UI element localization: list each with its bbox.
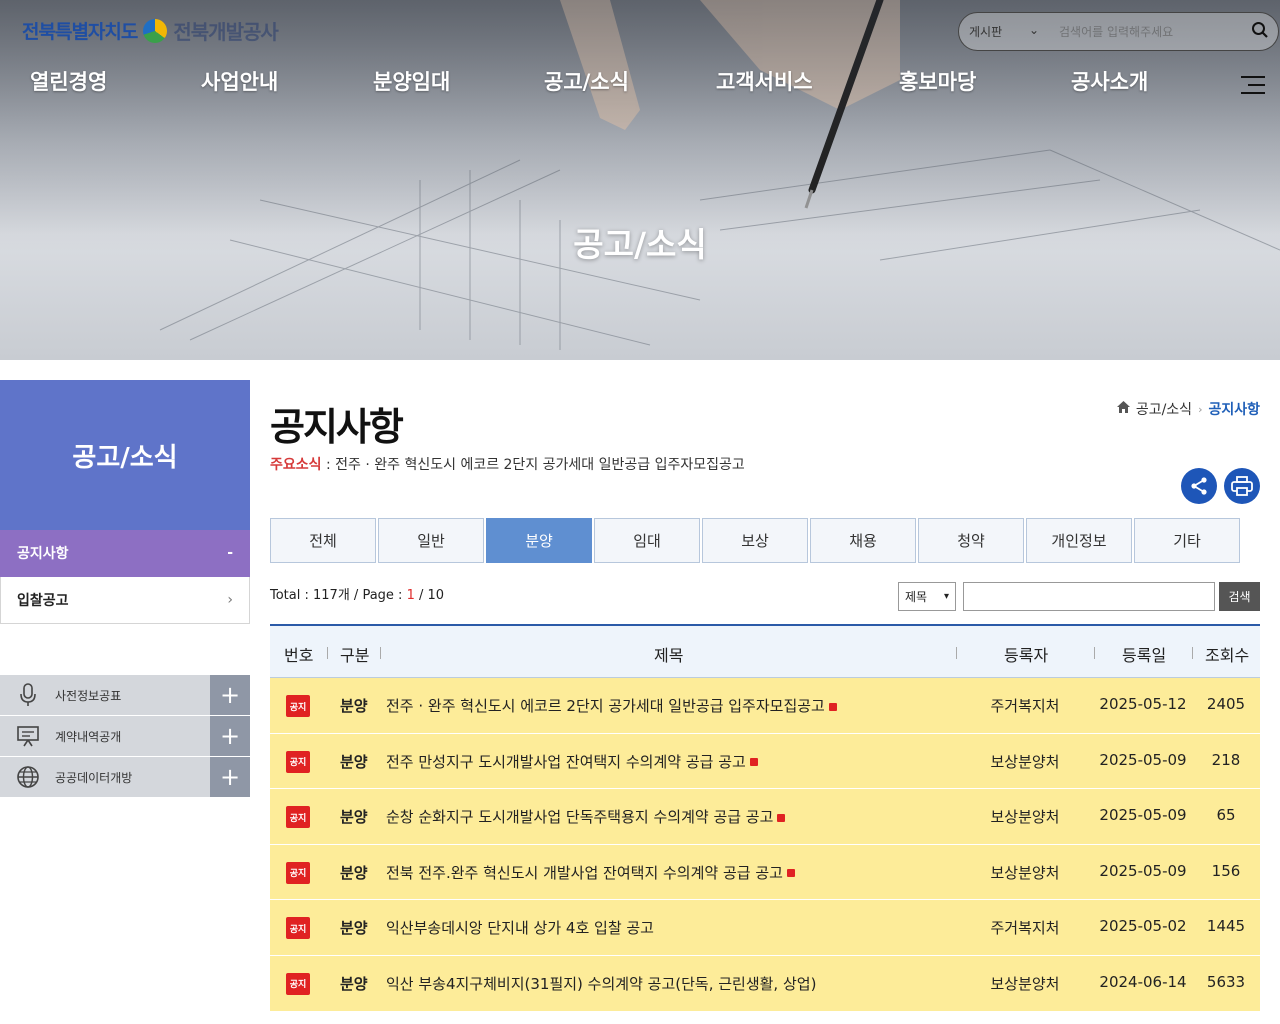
hero-banner	[0, 0, 1280, 360]
sidebar-item-bid[interactable]: 입찰공고 ›	[0, 577, 250, 624]
menu-hamburger-icon[interactable]	[1241, 76, 1265, 94]
printer-icon	[1231, 476, 1253, 496]
gnb-item-sale-lease[interactable]: 분양임대	[373, 66, 450, 96]
page-title: 공지사항	[270, 405, 404, 449]
tab-recruit[interactable]: 채용	[810, 518, 916, 563]
ticker-label: 주요소식	[270, 457, 322, 473]
expand-plus-icon[interactable]: +	[210, 716, 250, 756]
breadcrumb-current: 공지사항	[1208, 402, 1260, 418]
hero-title: 공고/소식	[573, 225, 707, 264]
row-title-link[interactable]: 순창 순화지구 도시개발사업 단독주택용지 수의계약 공급 공고	[386, 806, 786, 827]
notice-badge: 공지	[286, 750, 310, 773]
news-ticker[interactable]: 주요소식 : 전주 · 완주 혁신도시 에코르 2단지 공가세대 일반공급 입주…	[270, 454, 745, 474]
notice-badge: 공지	[286, 972, 310, 995]
row-title-link[interactable]: 익산 부송4지구체비지(31필지) 수의계약 공고(단독, 근린생활, 상업)	[386, 973, 816, 994]
gnb-item-about[interactable]: 공사소개	[1071, 66, 1148, 96]
search-icon[interactable]	[1242, 21, 1278, 43]
notice-badge: 공지	[286, 806, 310, 829]
row-title-link[interactable]: 전북 전주.완주 혁신도시 개발사업 잔여택지 수의계약 공급 공고	[386, 862, 795, 883]
globe-icon	[0, 765, 55, 789]
collapse-icon: -	[227, 545, 233, 561]
row-title-link[interactable]: 전주 만성지구 도시개발사업 잔여택지 수의계약 공급 공고	[386, 751, 758, 772]
new-icon	[828, 702, 837, 711]
search-input[interactable]: 검색어를 입력해주세요	[1051, 23, 1242, 40]
new-icon	[777, 813, 786, 822]
main-navigation: 열린경영 사업안내 분양임대 공고/소식 고객서비스 홍보마당 공사소개	[0, 66, 1280, 100]
gnb-item-customer[interactable]: 고객서비스	[716, 66, 813, 96]
notice-badge: 공지	[286, 917, 310, 940]
notice-table: 번호 구분 제목 등록자 등록일 조회수 공지 분양 전주 · 완주 혁신도시 …	[270, 624, 1260, 1012]
gnb-item-notices[interactable]: 공고/소식	[544, 66, 629, 96]
search-field-select[interactable]: 제목 ▾	[898, 582, 956, 611]
tab-privacy[interactable]: 개인정보	[1026, 518, 1132, 563]
tab-sale[interactable]: 분양	[486, 518, 592, 563]
tab-subscription[interactable]: 청약	[918, 518, 1024, 563]
logo-company-text: 전북개발공사	[173, 20, 278, 44]
logo-region-text: 전북특별자치도	[22, 21, 138, 43]
tab-etc[interactable]: 기타	[1134, 518, 1240, 563]
quick-link-open-data[interactable]: 공공데이터개방 +	[0, 757, 250, 797]
tab-lease[interactable]: 임대	[594, 518, 700, 563]
expand-plus-icon[interactable]: +	[210, 757, 250, 797]
breadcrumb-parent[interactable]: 공고/소식	[1136, 399, 1192, 419]
global-search: 게시판 ⌄ 검색어를 입력해주세요	[958, 12, 1279, 51]
chevron-down-icon: ⌄	[1028, 23, 1039, 37]
search-button[interactable]: 검색	[1219, 582, 1260, 611]
microphone-icon	[0, 683, 55, 707]
tab-all[interactable]: 전체	[270, 518, 376, 563]
tab-compensation[interactable]: 보상	[702, 518, 808, 563]
quick-link-contract-disclosure[interactable]: 계약내역공개 +	[0, 716, 250, 756]
quick-link-prior-disclosure[interactable]: 사전정보공표 +	[0, 675, 250, 715]
table-header: 번호 구분 제목 등록자 등록일 조회수	[270, 624, 1260, 678]
print-button[interactable]	[1224, 468, 1260, 504]
sidebar-item-notice[interactable]: 공지사항 -	[0, 530, 250, 577]
gnb-item-business[interactable]: 사업안내	[201, 66, 278, 96]
site-logo[interactable]: 전북특별자치도 전북개발공사	[22, 16, 279, 45]
new-icon	[786, 869, 795, 878]
row-title-link[interactable]: 익산부송데시앙 단지내 상가 4호 입찰 공고	[386, 917, 654, 938]
gnb-item-management[interactable]: 열린경영	[30, 66, 107, 96]
chevron-right-icon: ›	[1198, 402, 1203, 416]
sidebar-title: 공고/소식	[0, 380, 250, 530]
home-icon[interactable]	[1116, 401, 1130, 417]
new-icon	[749, 758, 758, 767]
table-row[interactable]: 공지 분양 익산 부송4지구체비지(31필지) 수의계약 공고(단독, 근린생활…	[270, 955, 1260, 1012]
total-count: Total : 117개 / Page : 1 / 10	[270, 588, 445, 603]
logo-mark-icon	[143, 18, 168, 43]
table-row[interactable]: 공지 분양 익산부송데시앙 단지내 상가 4호 입찰 공고 주거복지처 2025…	[270, 900, 1260, 956]
board-search-input[interactable]	[963, 582, 1215, 611]
gnb-item-pr[interactable]: 홍보마당	[899, 66, 976, 96]
category-tabs: 전체 일반 분양 임대 보상 채용 청약 개인정보 기타	[270, 518, 1240, 563]
chevron-down-icon: ▾	[943, 591, 949, 602]
table-row[interactable]: 공지 분양 전북 전주.완주 혁신도시 개발사업 잔여택지 수의계약 공급 공고…	[270, 844, 1260, 901]
expand-plus-icon[interactable]: +	[210, 675, 250, 715]
notice-badge: 공지	[286, 861, 310, 884]
share-button[interactable]	[1181, 468, 1217, 504]
ticker-text: : 전주 · 완주 혁신도시 에코르 2단지 공가세대 일반공급 입주자모집공고	[321, 457, 745, 473]
share-icon	[1191, 477, 1207, 495]
breadcrumb: 공고/소식 › 공지사항	[1116, 399, 1260, 419]
presentation-board-icon	[0, 724, 55, 748]
table-row[interactable]: 공지 분양 순창 순화지구 도시개발사업 단독주택용지 수의계약 공급 공고 보…	[270, 789, 1260, 845]
table-row[interactable]: 공지 분양 전주 · 완주 혁신도시 에코르 2단지 공가세대 일반공급 입주자…	[270, 678, 1260, 734]
tab-general[interactable]: 일반	[378, 518, 484, 563]
row-title-link[interactable]: 전주 · 완주 혁신도시 에코르 2단지 공가세대 일반공급 입주자모집공고	[386, 695, 837, 716]
table-row[interactable]: 공지 분양 전주 만성지구 도시개발사업 잔여택지 수의계약 공급 공고 보상분…	[270, 733, 1260, 790]
search-category-select[interactable]: 게시판 ⌄	[959, 23, 1051, 40]
chevron-right-icon: ›	[227, 592, 233, 608]
notice-badge: 공지	[286, 695, 310, 717]
